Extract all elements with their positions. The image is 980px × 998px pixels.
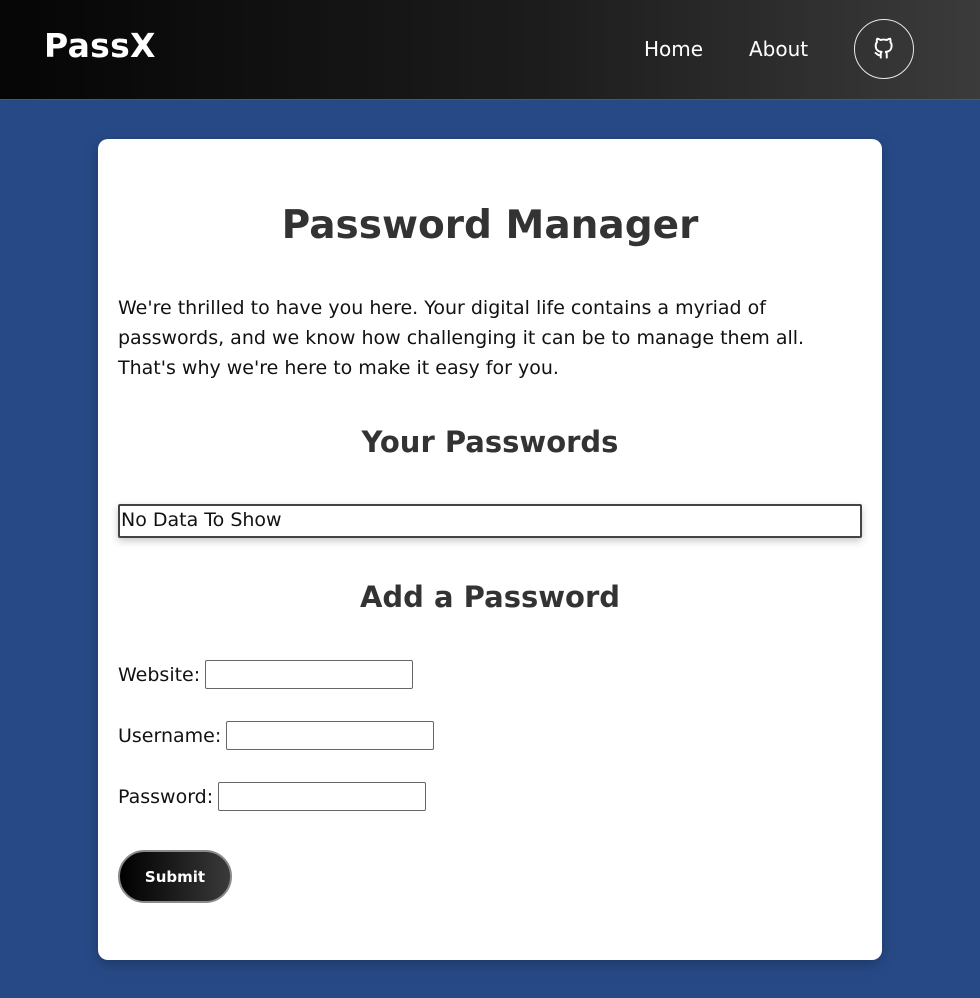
website-row: Website: [118,660,414,689]
website-label: Website: [118,663,201,686]
intro-text: We're thrilled to have you here. Your di… [118,297,805,379]
nav-link-home[interactable]: Home [644,37,703,61]
website-input[interactable] [205,660,414,689]
password-manager-card: Password Manager We're thrilled to have … [98,139,882,960]
username-label: Username: [118,724,222,747]
top-navbar: PassX Home About [0,0,980,100]
nav-link-about[interactable]: About [749,37,808,61]
add-password-heading: Add a Password [359,580,621,614]
github-icon [871,34,897,64]
password-input[interactable] [218,782,427,811]
username-row: Username: [118,721,435,750]
password-label: Password: [118,785,214,808]
brand-logo[interactable]: PassX [44,26,156,65]
your-passwords-heading: Your Passwords [361,425,619,459]
passwords-table-empty: No Data To Show [118,504,862,538]
page-title: Password Manager [281,203,699,248]
submit-button[interactable]: Submit [118,850,232,903]
password-row: Password: [118,782,427,811]
username-input[interactable] [226,721,435,750]
github-button[interactable] [854,19,914,79]
